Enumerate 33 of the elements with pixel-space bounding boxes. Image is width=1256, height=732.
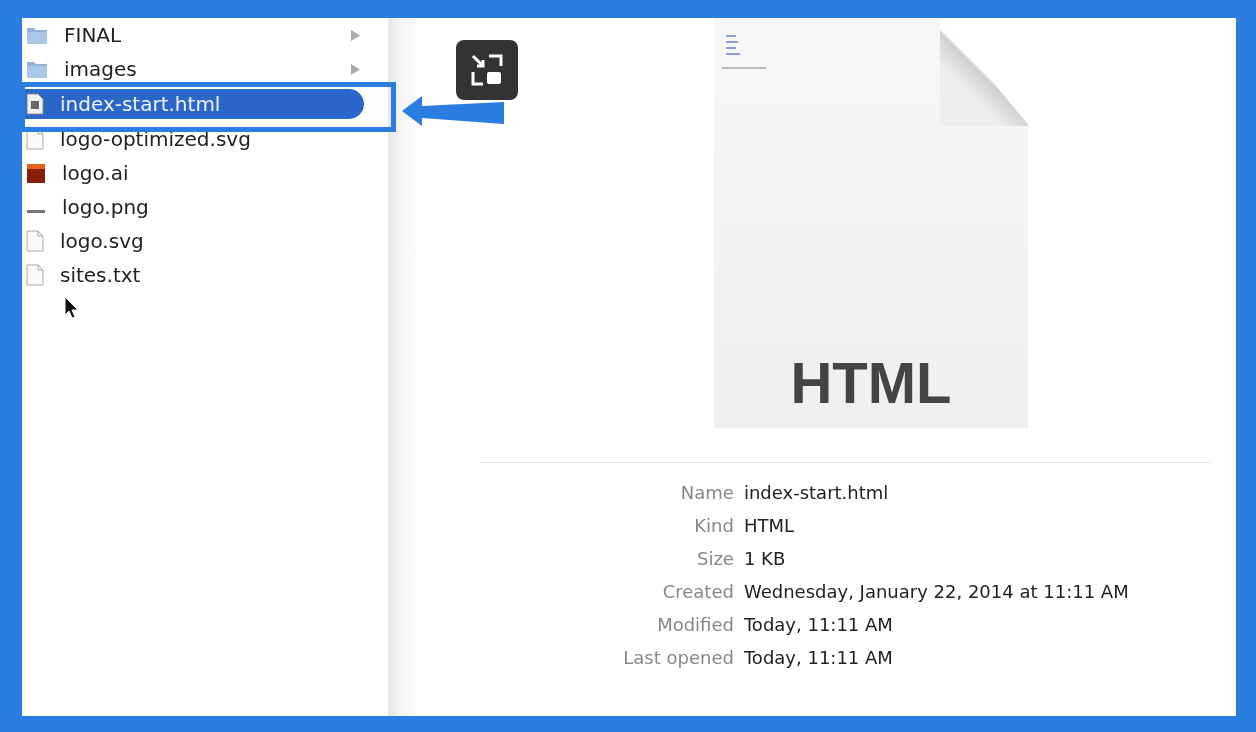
file-item[interactable]: images	[22, 52, 364, 86]
info-value: HTML	[743, 514, 796, 538]
info-label: Modified	[656, 613, 734, 637]
info-value: Wednesday, January 22, 2014 at 11:11 AM	[743, 580, 1129, 604]
folder-icon	[26, 25, 48, 45]
file-item[interactable]: logo.ai	[22, 156, 364, 190]
document-icon	[26, 93, 44, 115]
info-value: Today, 11:11 AM	[743, 613, 894, 637]
info-label: Name	[679, 481, 734, 505]
image-file-icon	[26, 209, 46, 213]
info-value: index-start.html	[743, 481, 890, 505]
file-item[interactable]: logo.svg	[22, 224, 364, 258]
mouse-pointer-icon	[64, 296, 80, 320]
info-label: Created	[661, 580, 734, 604]
html-document-preview: HTML	[714, 18, 1028, 428]
file-item[interactable]: index-start.html	[22, 89, 364, 119]
info-label: Size	[696, 547, 734, 571]
document-icon	[26, 264, 44, 286]
info-label: Kind	[693, 514, 734, 538]
file-item[interactable]: FINAL	[22, 18, 364, 52]
exit-fullscreen-icon	[469, 52, 505, 88]
file-item[interactable]: sites.txt	[22, 258, 364, 292]
disclosure-icon[interactable]	[351, 64, 360, 75]
illustrator-file-icon	[26, 162, 46, 184]
info-label: Last opened	[623, 646, 734, 670]
info-value: 1 KB	[743, 547, 787, 571]
document-icon	[26, 230, 44, 252]
file-item[interactable]: logo.png	[22, 190, 364, 224]
disclosure-icon[interactable]	[351, 30, 360, 41]
file-item[interactable]: logo-optimized.svg	[22, 122, 364, 156]
info-value: Today, 11:11 AM	[743, 646, 894, 670]
exit-fullscreen-button[interactable]	[456, 40, 518, 100]
folder-icon	[26, 59, 48, 79]
